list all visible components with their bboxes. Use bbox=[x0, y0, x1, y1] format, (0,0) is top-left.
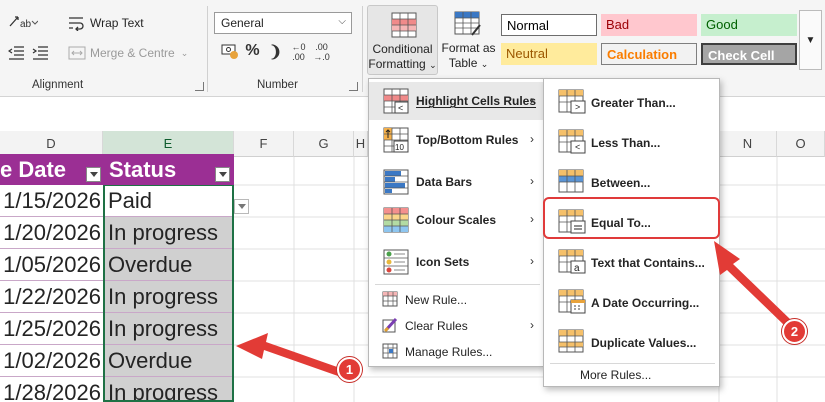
step-badge-1: 1 bbox=[337, 357, 362, 382]
annotation-arrows bbox=[236, 241, 791, 376]
step-badge-2: 2 bbox=[782, 319, 807, 344]
